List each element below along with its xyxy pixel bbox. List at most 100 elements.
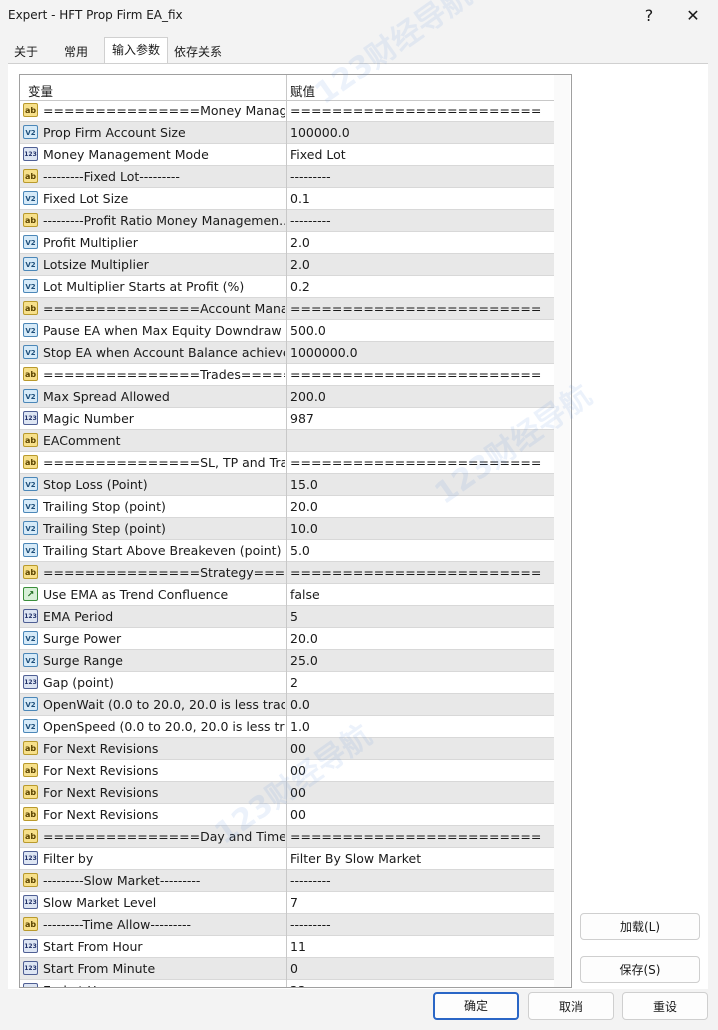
- column-header-value[interactable]: 赋值: [290, 81, 315, 100]
- parameter-row[interactable]: ab ===============Day and Time R... ======…: [20, 826, 554, 848]
- parameter-value[interactable]: 00: [290, 738, 552, 759]
- parameter-value[interactable]: ========================: [290, 452, 552, 473]
- column-divider[interactable]: [286, 75, 287, 987]
- parameter-value[interactable]: 22: [290, 980, 552, 987]
- column-header-variable[interactable]: 变量: [28, 81, 53, 100]
- parameter-value[interactable]: 0.0: [290, 694, 552, 715]
- parameter-row[interactable]: 123 Gap (point) 2: [20, 672, 554, 694]
- parameter-row[interactable]: V2 OpenWait (0.0 to 20.0, 20.0 is less tr…: [20, 694, 554, 716]
- parameter-row[interactable]: 123 Magic Number 987: [20, 408, 554, 430]
- parameter-value[interactable]: ---------: [290, 210, 552, 231]
- cancel-button[interactable]: 取消: [528, 992, 614, 1020]
- parameter-value[interactable]: ---------: [290, 870, 552, 891]
- parameter-row[interactable]: ab For Next Revisions 00: [20, 804, 554, 826]
- parameter-row[interactable]: V2 Trailing Start Above Breakeven (point)…: [20, 540, 554, 562]
- tab-dependencies[interactable]: 依存关系: [168, 40, 228, 62]
- parameter-name: Start From Minute: [43, 961, 156, 976]
- help-button[interactable]: ?: [632, 4, 666, 28]
- parameter-value[interactable]: ---------: [290, 914, 552, 935]
- scrollbar-track[interactable]: [554, 75, 570, 987]
- parameter-value[interactable]: 2.0: [290, 232, 552, 253]
- parameter-value[interactable]: 00: [290, 782, 552, 803]
- parameter-value[interactable]: Filter By Slow Market: [290, 848, 552, 869]
- parameter-row[interactable]: V2 Stop Loss (Point) 15.0: [20, 474, 554, 496]
- parameter-row[interactable]: V2 Lotsize Multiplier 2.0: [20, 254, 554, 276]
- save-button[interactable]: 保存(S): [580, 956, 700, 983]
- parameter-row[interactable]: ab ---------Profit Ratio Money Managemen.…: [20, 210, 554, 232]
- parameter-row[interactable]: 123 End at Hour 22: [20, 980, 554, 987]
- parameter-value[interactable]: 25.0: [290, 650, 552, 671]
- parameter-row[interactable]: ↗ Use EMA as Trend Confluence false: [20, 584, 554, 606]
- parameter-value[interactable]: 20.0: [290, 496, 552, 517]
- parameter-value[interactable]: ---------: [290, 166, 552, 187]
- parameter-row[interactable]: ab For Next Revisions 00: [20, 782, 554, 804]
- parameter-row[interactable]: V2 Fixed Lot Size 0.1: [20, 188, 554, 210]
- parameter-value[interactable]: 0.2: [290, 276, 552, 297]
- parameter-value[interactable]: 20.0: [290, 628, 552, 649]
- close-icon[interactable]: ✕: [676, 4, 710, 28]
- parameter-row[interactable]: ab ===============Strategy=====... =======…: [20, 562, 554, 584]
- tab-inputs[interactable]: 输入参数: [104, 37, 168, 64]
- parameter-value[interactable]: 2: [290, 672, 552, 693]
- parameter-row[interactable]: V2 Surge Range 25.0: [20, 650, 554, 672]
- load-button[interactable]: 加载(L): [580, 913, 700, 940]
- tab-common[interactable]: 常用: [58, 40, 94, 62]
- parameter-value[interactable]: 11: [290, 936, 552, 957]
- parameter-value[interactable]: Fixed Lot: [290, 144, 552, 165]
- parameter-value[interactable]: 7: [290, 892, 552, 913]
- parameter-value[interactable]: ========================: [290, 364, 552, 385]
- parameter-row[interactable]: V2 Surge Power 20.0: [20, 628, 554, 650]
- parameter-row[interactable]: 123 Start From Minute 0: [20, 958, 554, 980]
- parameter-value[interactable]: false: [290, 584, 552, 605]
- parameter-value[interactable]: 1.0: [290, 716, 552, 737]
- parameter-row[interactable]: V2 OpenSpeed (0.0 to 20.0, 20.0 is less t…: [20, 716, 554, 738]
- parameter-value[interactable]: 15.0: [290, 474, 552, 495]
- parameter-name: EAComment: [43, 433, 121, 448]
- parameter-row[interactable]: V2 Profit Multiplier 2.0: [20, 232, 554, 254]
- parameter-row[interactable]: 123 Filter by Filter By Slow Market: [20, 848, 554, 870]
- string-type-icon: ab: [23, 763, 38, 777]
- parameter-row[interactable]: ab EAComment: [20, 430, 554, 452]
- parameter-value[interactable]: 10.0: [290, 518, 552, 539]
- parameter-value[interactable]: 500.0: [290, 320, 552, 341]
- parameter-row[interactable]: 123 Money Management Mode Fixed Lot: [20, 144, 554, 166]
- parameter-row[interactable]: V2 Lot Multiplier Starts at Profit (%) 0.2: [20, 276, 554, 298]
- parameter-row[interactable]: ab ===============Account Manag... =======…: [20, 298, 554, 320]
- string-type-icon: ab: [23, 873, 38, 887]
- parameter-value[interactable]: 00: [290, 804, 552, 825]
- parameter-row[interactable]: 123 Start From Hour 11: [20, 936, 554, 958]
- parameter-row[interactable]: ab ===============Money Manage... ========…: [20, 100, 554, 122]
- parameter-row[interactable]: V2 Trailing Stop (point) 20.0: [20, 496, 554, 518]
- parameter-value[interactable]: 200.0: [290, 386, 552, 407]
- parameter-value[interactable]: 2.0: [290, 254, 552, 275]
- parameter-row[interactable]: ab ===============Trades=======... =======…: [20, 364, 554, 386]
- parameter-value[interactable]: ========================: [290, 298, 552, 319]
- parameter-value[interactable]: 987: [290, 408, 552, 429]
- parameter-value[interactable]: ========================: [290, 100, 552, 121]
- parameter-row[interactable]: V2 Max Spread Allowed 200.0: [20, 386, 554, 408]
- parameter-row[interactable]: ab ===============SL, TP and Traili... ===…: [20, 452, 554, 474]
- reset-button[interactable]: 重设: [622, 992, 708, 1020]
- parameter-value[interactable]: ========================: [290, 826, 552, 847]
- parameter-value[interactable]: 5: [290, 606, 552, 627]
- parameter-row[interactable]: ab ---------Slow Market--------- ---------: [20, 870, 554, 892]
- parameter-value[interactable]: 1000000.0: [290, 342, 552, 363]
- parameter-row[interactable]: V2 Stop EA when Account Balance achieved 1…: [20, 342, 554, 364]
- parameter-row[interactable]: V2 Prop Firm Account Size 100000.0: [20, 122, 554, 144]
- parameter-value[interactable]: 100000.0: [290, 122, 552, 143]
- parameter-row[interactable]: V2 Pause EA when Max Equity Downdraw hit 5…: [20, 320, 554, 342]
- parameter-value[interactable]: 00: [290, 760, 552, 781]
- parameter-value[interactable]: 5.0: [290, 540, 552, 561]
- parameter-value[interactable]: ========================: [290, 562, 552, 583]
- parameter-row[interactable]: V2 Trailing Step (point) 10.0: [20, 518, 554, 540]
- parameter-row[interactable]: 123 Slow Market Level 7: [20, 892, 554, 914]
- parameter-row[interactable]: ab ---------Time Allow--------- ---------: [20, 914, 554, 936]
- parameter-value[interactable]: 0.1: [290, 188, 552, 209]
- parameter-row[interactable]: ab For Next Revisions 00: [20, 760, 554, 782]
- parameter-row[interactable]: ab For Next Revisions 00: [20, 738, 554, 760]
- ok-button[interactable]: 确定: [433, 992, 519, 1020]
- parameter-value[interactable]: 0: [290, 958, 552, 979]
- parameter-row[interactable]: 123 EMA Period 5: [20, 606, 554, 628]
- parameter-row[interactable]: ab ---------Fixed Lot--------- ---------: [20, 166, 554, 188]
- tab-about[interactable]: 关于: [8, 40, 44, 62]
